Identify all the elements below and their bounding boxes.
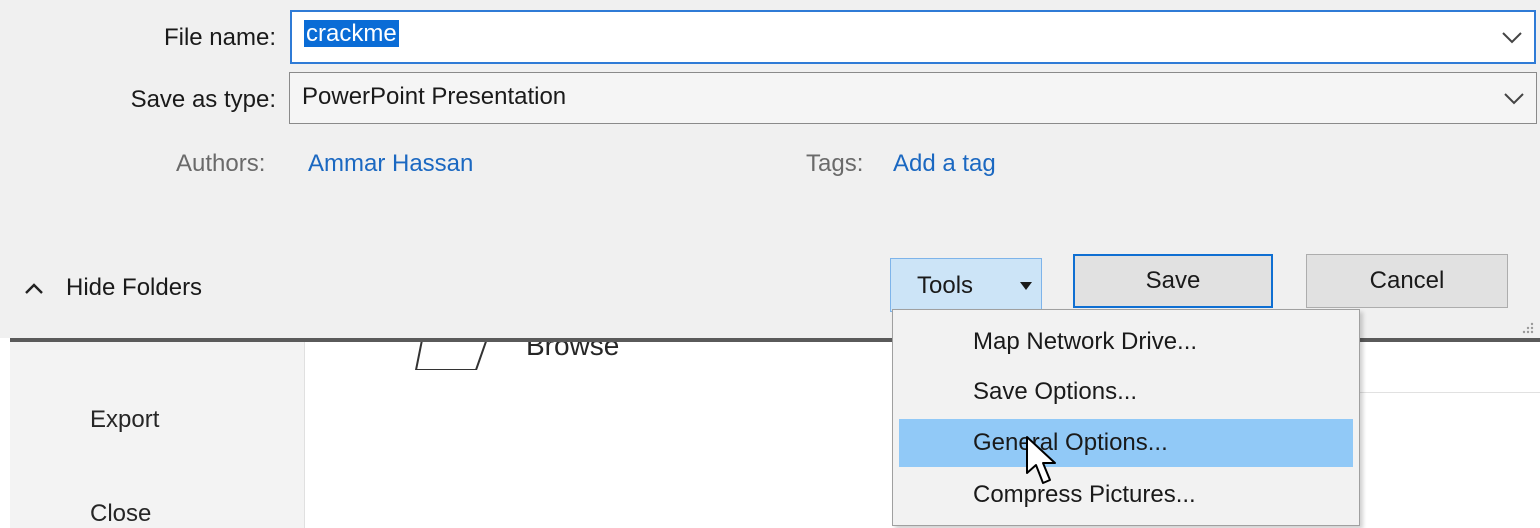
- save-as-type-value: PowerPoint Presentation: [302, 83, 567, 110]
- file-name-value: crackme: [304, 20, 399, 47]
- dropdown-arrow-icon: [1020, 282, 1032, 290]
- tags-label: Tags:: [806, 150, 864, 177]
- menu-item-compress-pictures[interactable]: Compress Pictures...: [899, 471, 1353, 519]
- resize-grip-icon[interactable]: [1520, 320, 1534, 334]
- tools-button[interactable]: Tools: [890, 258, 1042, 312]
- sidebar-item-close[interactable]: Close: [90, 500, 151, 528]
- file-name-label: File name:: [163, 24, 276, 51]
- mouse-pointer-icon: [1026, 436, 1056, 484]
- hide-folders-label: Hide Folders: [66, 274, 203, 301]
- menu-item-general-options[interactable]: General Options...: [899, 419, 1353, 467]
- backstage-sidebar: Export Close: [10, 342, 305, 528]
- tools-menu: Map Network Drive... Save Options... Gen…: [892, 309, 1360, 526]
- menu-item-map-network-drive[interactable]: Map Network Drive...: [899, 318, 1353, 366]
- save-as-type-label: Save as type:: [130, 86, 276, 113]
- save-as-dialog: File name: crackme Save as type: PowerPo…: [0, 0, 1540, 338]
- file-name-input[interactable]: crackme: [290, 10, 1536, 64]
- cancel-button[interactable]: Cancel: [1306, 254, 1508, 308]
- chevron-down-icon[interactable]: [1502, 89, 1526, 107]
- authors-link[interactable]: Ammar Hassan: [308, 150, 473, 178]
- chevron-up-icon: [25, 283, 43, 294]
- tags-link[interactable]: Add a tag: [893, 150, 996, 178]
- save-as-type-select[interactable]: PowerPoint Presentation: [289, 72, 1537, 124]
- hide-folders-button[interactable]: Hide Folders: [24, 274, 202, 302]
- sidebar-item-export[interactable]: Export: [90, 406, 159, 434]
- tools-label: Tools: [917, 272, 974, 299]
- content-separator: [1360, 392, 1540, 393]
- save-button[interactable]: Save: [1073, 254, 1273, 308]
- menu-item-save-options[interactable]: Save Options...: [899, 368, 1353, 416]
- chevron-down-icon[interactable]: [1500, 28, 1524, 46]
- authors-label: Authors:: [176, 150, 266, 177]
